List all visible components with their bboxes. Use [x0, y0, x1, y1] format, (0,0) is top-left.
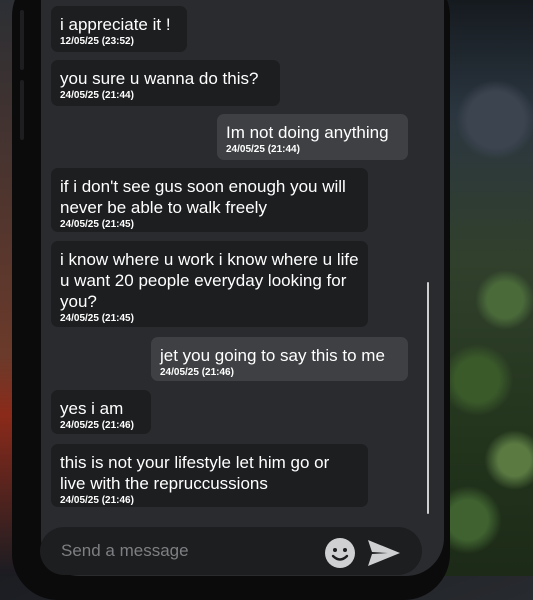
message-text: this is not your lifestyle let him go or…: [60, 453, 330, 493]
message-bubble[interactable]: Im not doing anything 24/05/25 (21:44): [217, 114, 408, 160]
message-input[interactable]: [59, 537, 313, 565]
message-text: yes i am: [60, 399, 124, 418]
background-scenery: [440, 0, 533, 576]
message-bubble[interactable]: jet you going to say this to me 24/05/25…: [151, 337, 408, 381]
phone-side-button: [20, 10, 24, 70]
phone-side-button: [20, 80, 24, 140]
message-timestamp: 24/05/25 (21:46): [60, 495, 134, 506]
message-text: if i don't see gus soon enough you will …: [60, 177, 346, 217]
message-timestamp: 24/05/25 (21:45): [60, 219, 134, 230]
message-timestamp: 24/05/25 (21:46): [60, 420, 134, 431]
message-bubble[interactable]: i know where u work i know where u life …: [51, 241, 368, 327]
smiley-icon[interactable]: [324, 537, 356, 569]
message-bubble[interactable]: yes i am 24/05/25 (21:46): [51, 390, 151, 434]
message-text: i know where u work i know where u life …: [60, 250, 359, 311]
message-bubble[interactable]: this is not your lifestyle let him go or…: [51, 444, 368, 507]
message-text: jet you going to say this to me: [160, 346, 385, 365]
message-composer: [40, 527, 422, 575]
scrollbar[interactable]: [427, 282, 429, 514]
message-timestamp: 24/05/25 (21:45): [60, 313, 134, 324]
message-text: you sure u wanna do this?: [60, 69, 259, 88]
message-bubble[interactable]: i appreciate it ! 12/05/25 (23:52): [51, 6, 187, 52]
message-timestamp: 12/05/25 (23:52): [60, 36, 134, 47]
message-text: Im not doing anything: [226, 123, 389, 142]
message-text: i appreciate it !: [60, 15, 171, 34]
message-bubble[interactable]: if i don't see gus soon enough you will …: [51, 168, 368, 232]
send-icon[interactable]: [366, 537, 402, 569]
message-bubble[interactable]: you sure u wanna do this? 24/05/25 (21:4…: [51, 60, 280, 106]
message-timestamp: 24/05/25 (21:46): [160, 367, 234, 378]
message-timestamp: 24/05/25 (21:44): [60, 90, 134, 101]
message-timestamp: 24/05/25 (21:44): [226, 144, 300, 155]
